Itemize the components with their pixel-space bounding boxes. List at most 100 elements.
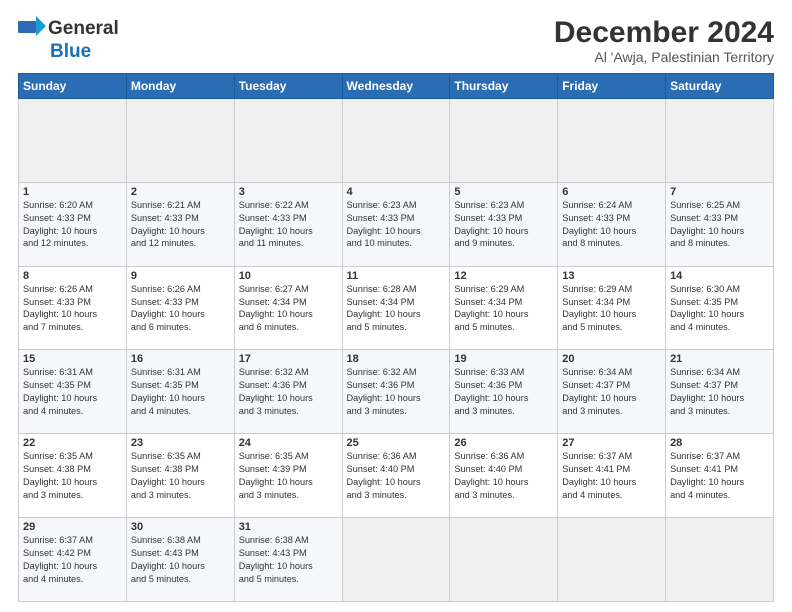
day-info: Sunrise: 6:26 AMSunset: 4:33 PMDaylight:… [131,283,230,335]
col-wednesday: Wednesday [342,74,450,99]
day-info: Sunrise: 6:32 AMSunset: 4:36 PMDaylight:… [347,366,446,418]
day-info: Sunrise: 6:37 AMSunset: 4:42 PMDaylight:… [23,534,122,586]
title-block: December 2024 Al 'Awja, Palestinian Terr… [554,16,774,65]
table-cell: 24Sunrise: 6:35 AMSunset: 4:39 PMDayligh… [234,434,342,518]
day-number: 4 [347,186,446,198]
day-info: Sunrise: 6:35 AMSunset: 4:38 PMDaylight:… [23,450,122,502]
table-cell: 2Sunrise: 6:21 AMSunset: 4:33 PMDaylight… [126,182,234,266]
day-info: Sunrise: 6:30 AMSunset: 4:35 PMDaylight:… [670,283,769,335]
day-number: 10 [239,270,338,282]
day-number: 5 [454,186,553,198]
day-info: Sunrise: 6:38 AMSunset: 4:43 PMDaylight:… [131,534,230,586]
day-number: 20 [562,353,661,365]
logo-blue: Blue [50,41,91,63]
table-cell: 3Sunrise: 6:22 AMSunset: 4:33 PMDaylight… [234,182,342,266]
day-number: 8 [23,270,122,282]
day-info: Sunrise: 6:31 AMSunset: 4:35 PMDaylight:… [131,366,230,418]
day-info: Sunrise: 6:28 AMSunset: 4:34 PMDaylight:… [347,283,446,335]
table-cell: 23Sunrise: 6:35 AMSunset: 4:38 PMDayligh… [126,434,234,518]
day-number: 7 [670,186,769,198]
day-number: 3 [239,186,338,198]
table-cell: 8Sunrise: 6:26 AMSunset: 4:33 PMDaylight… [19,266,127,350]
day-number: 1 [23,186,122,198]
day-number: 13 [562,270,661,282]
day-number: 21 [670,353,769,365]
page: General Blue December 2024 Al 'Awja, Pal… [0,0,792,612]
day-number: 16 [131,353,230,365]
day-info: Sunrise: 6:35 AMSunset: 4:38 PMDaylight:… [131,450,230,502]
table-cell: 12Sunrise: 6:29 AMSunset: 4:34 PMDayligh… [450,266,558,350]
day-info: Sunrise: 6:31 AMSunset: 4:35 PMDaylight:… [23,366,122,418]
day-info: Sunrise: 6:37 AMSunset: 4:41 PMDaylight:… [562,450,661,502]
col-friday: Friday [558,74,666,99]
day-info: Sunrise: 6:26 AMSunset: 4:33 PMDaylight:… [23,283,122,335]
day-number: 18 [347,353,446,365]
col-tuesday: Tuesday [234,74,342,99]
day-number: 26 [454,437,553,449]
table-cell: 31Sunrise: 6:38 AMSunset: 4:43 PMDayligh… [234,518,342,602]
day-number: 17 [239,353,338,365]
table-cell [450,518,558,602]
day-info: Sunrise: 6:22 AMSunset: 4:33 PMDaylight:… [239,199,338,251]
col-sunday: Sunday [19,74,127,99]
table-cell: 28Sunrise: 6:37 AMSunset: 4:41 PMDayligh… [666,434,774,518]
calendar-table: Sunday Monday Tuesday Wednesday Thursday… [18,73,774,602]
day-number: 19 [454,353,553,365]
day-number: 25 [347,437,446,449]
day-info: Sunrise: 6:37 AMSunset: 4:41 PMDaylight:… [670,450,769,502]
day-number: 6 [562,186,661,198]
table-cell: 30Sunrise: 6:38 AMSunset: 4:43 PMDayligh… [126,518,234,602]
day-info: Sunrise: 6:38 AMSunset: 4:43 PMDaylight:… [239,534,338,586]
day-number: 22 [23,437,122,449]
table-cell: 29Sunrise: 6:37 AMSunset: 4:42 PMDayligh… [19,518,127,602]
table-cell: 27Sunrise: 6:37 AMSunset: 4:41 PMDayligh… [558,434,666,518]
table-cell: 25Sunrise: 6:36 AMSunset: 4:40 PMDayligh… [342,434,450,518]
table-cell [342,99,450,183]
table-cell [450,99,558,183]
table-cell: 15Sunrise: 6:31 AMSunset: 4:35 PMDayligh… [19,350,127,434]
day-info: Sunrise: 6:36 AMSunset: 4:40 PMDaylight:… [347,450,446,502]
table-cell: 7Sunrise: 6:25 AMSunset: 4:33 PMDaylight… [666,182,774,266]
table-cell: 1Sunrise: 6:20 AMSunset: 4:33 PMDaylight… [19,182,127,266]
page-title: December 2024 [554,16,774,49]
table-cell [666,99,774,183]
table-cell: 16Sunrise: 6:31 AMSunset: 4:35 PMDayligh… [126,350,234,434]
day-number: 11 [347,270,446,282]
day-info: Sunrise: 6:33 AMSunset: 4:36 PMDaylight:… [454,366,553,418]
day-info: Sunrise: 6:25 AMSunset: 4:33 PMDaylight:… [670,199,769,251]
day-number: 23 [131,437,230,449]
day-number: 9 [131,270,230,282]
col-saturday: Saturday [666,74,774,99]
table-cell [19,99,127,183]
table-cell: 22Sunrise: 6:35 AMSunset: 4:38 PMDayligh… [19,434,127,518]
col-thursday: Thursday [450,74,558,99]
day-number: 15 [23,353,122,365]
table-cell [342,518,450,602]
table-cell: 21Sunrise: 6:34 AMSunset: 4:37 PMDayligh… [666,350,774,434]
table-cell [666,518,774,602]
day-info: Sunrise: 6:29 AMSunset: 4:34 PMDaylight:… [562,283,661,335]
logo: General Blue [18,16,119,63]
table-cell [558,99,666,183]
day-info: Sunrise: 6:23 AMSunset: 4:33 PMDaylight:… [347,199,446,251]
table-cell [234,99,342,183]
day-number: 24 [239,437,338,449]
day-info: Sunrise: 6:20 AMSunset: 4:33 PMDaylight:… [23,199,122,251]
logo-general: General [48,18,119,40]
table-cell: 4Sunrise: 6:23 AMSunset: 4:33 PMDaylight… [342,182,450,266]
table-cell: 11Sunrise: 6:28 AMSunset: 4:34 PMDayligh… [342,266,450,350]
table-cell: 18Sunrise: 6:32 AMSunset: 4:36 PMDayligh… [342,350,450,434]
col-monday: Monday [126,74,234,99]
page-subtitle: Al 'Awja, Palestinian Territory [554,49,774,65]
table-cell: 20Sunrise: 6:34 AMSunset: 4:37 PMDayligh… [558,350,666,434]
day-info: Sunrise: 6:34 AMSunset: 4:37 PMDaylight:… [562,366,661,418]
day-number: 27 [562,437,661,449]
table-cell: 13Sunrise: 6:29 AMSunset: 4:34 PMDayligh… [558,266,666,350]
day-number: 14 [670,270,769,282]
day-number: 28 [670,437,769,449]
day-number: 30 [131,521,230,533]
table-cell [126,99,234,183]
day-info: Sunrise: 6:32 AMSunset: 4:36 PMDaylight:… [239,366,338,418]
day-info: Sunrise: 6:21 AMSunset: 4:33 PMDaylight:… [131,199,230,251]
table-cell: 14Sunrise: 6:30 AMSunset: 4:35 PMDayligh… [666,266,774,350]
